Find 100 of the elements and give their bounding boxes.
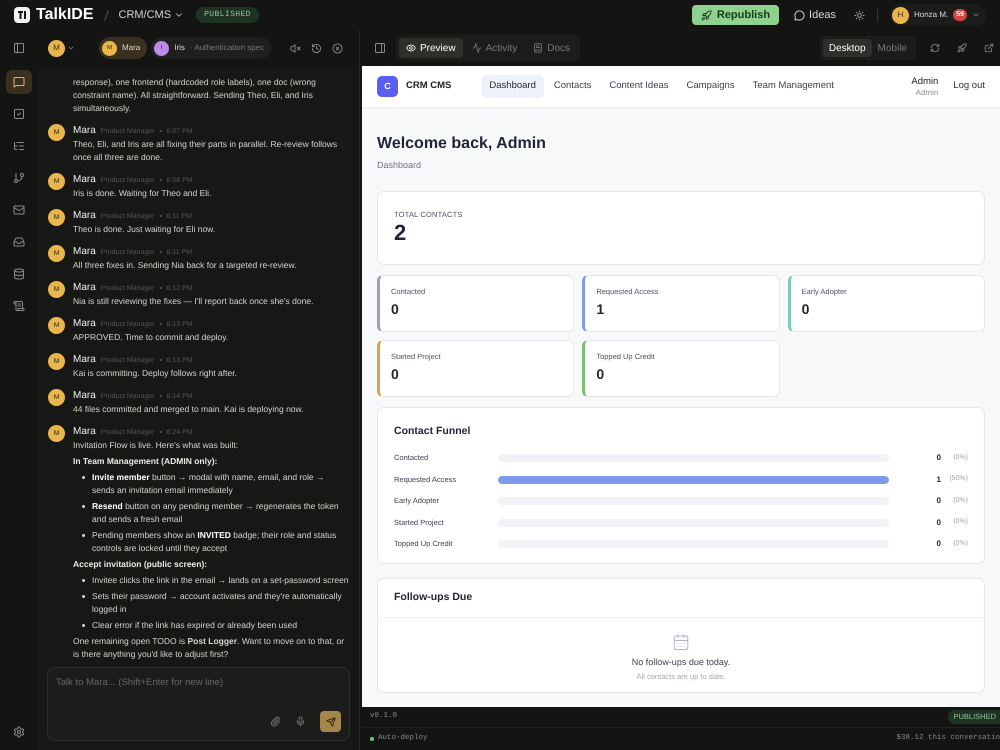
bullet-text: Clear error if the link has expired or already been used [92, 619, 298, 632]
total-value: 2 [394, 220, 408, 246]
device-tab[interactable]: Mobile [872, 39, 913, 57]
book-icon [533, 43, 544, 53]
author-name: Mara [73, 245, 96, 258]
user-name: Honza M. [914, 9, 948, 21]
card-title: Follow-ups Due [378, 578, 984, 618]
bullet-icon [82, 476, 85, 479]
chat-icon [13, 76, 25, 88]
mail-icon [13, 204, 25, 216]
site-logo: C [377, 76, 398, 97]
external-link-icon[interactable] [984, 43, 994, 53]
author-name: Mara [73, 389, 96, 402]
chevron-icon [67, 44, 75, 52]
rail-button[interactable] [6, 70, 32, 94]
nav-link[interactable]: Campaigns [678, 75, 743, 98]
page-subtitle: Dashboard [377, 159, 422, 172]
pulse-icon [472, 43, 482, 53]
bullet-text: Sets their password → account activates and they're automatically logged in [92, 590, 343, 616]
message-text: 44 files committed and merged to main. Kai is deploying now. [73, 403, 305, 416]
branch-icon [13, 172, 25, 184]
preview-tab[interactable]: Activity [464, 38, 524, 58]
user-avatar: H [892, 6, 909, 24]
author-name: Mara [73, 317, 96, 330]
close-icon[interactable] [332, 42, 343, 54]
chevron-icon [972, 11, 980, 19]
author-name: Mara [73, 173, 96, 186]
speech-bubble-icon [794, 10, 806, 20]
message-text: Iris is done. Waiting for Theo and Eli. [73, 187, 212, 200]
empty-message: No follow-ups due today. [632, 656, 730, 669]
user-role: Admin [916, 86, 938, 98]
inbox-icon [13, 236, 25, 248]
funnel-count: 0 [936, 452, 941, 464]
bullet-icon [82, 505, 85, 508]
logout-link[interactable]: Log out [953, 79, 985, 94]
app-name: TalkIDE [36, 5, 94, 25]
microphone-icon[interactable] [295, 716, 306, 727]
ideas-button[interactable]: Ideas [794, 6, 836, 24]
settings-icon[interactable] [13, 726, 25, 738]
checkbox-icon [13, 108, 25, 120]
author-name: Mara [73, 209, 96, 222]
project-selector[interactable]: CRM/CMS [118, 6, 184, 24]
message-text: One remaining open TODO is Post Logger. Want to move on to that, or is there anything you'd like to adjust first? [73, 635, 346, 661]
author-name: Mara [73, 425, 96, 438]
rocket-icon[interactable] [957, 43, 967, 53]
republish-button[interactable]: Republish [692, 5, 780, 25]
nav-link[interactable]: Team Management [744, 75, 842, 98]
logo-icon [14, 7, 30, 23]
sun-icon [854, 10, 865, 20]
author-name: Mara [73, 124, 96, 137]
message-heading: In Team Management (ADMIN only): [73, 455, 218, 468]
preview-tab[interactable]: Preview [399, 38, 463, 58]
message-text: Kai is committing. Deploy follows right after. [73, 367, 238, 380]
page-title: Welcome back, Admin [377, 134, 547, 154]
message-input[interactable]: Talk to Mara... (Shift+Enter for new line) [56, 676, 341, 690]
message-text: Nia is still reviewing the fixes — I'll report back once she's done. [73, 295, 314, 308]
panel-toggle-icon[interactable] [374, 42, 386, 54]
bullet-icon [82, 534, 85, 537]
funnel-count: 1 [936, 474, 941, 486]
status-badge: PUBLISHED [196, 7, 259, 23]
tree-icon [13, 140, 25, 152]
refresh-icon[interactable] [930, 43, 940, 53]
rocket-icon [700, 10, 712, 20]
message-text: All three fixes in. Sending Nia back for a targeted re-review. [73, 259, 298, 272]
message-text: Theo is done. Just waiting for Eli now. [73, 223, 216, 236]
bullet-icon [82, 595, 85, 598]
paperclip-icon[interactable] [270, 716, 281, 727]
device-tab[interactable]: Desktop [822, 39, 872, 57]
user-name: Admin [911, 76, 938, 86]
calendar-icon [672, 632, 690, 650]
bullet-icon [82, 624, 85, 627]
nav-link[interactable]: Contacts [546, 75, 600, 98]
message-text: APPROVED. Time to commit and deploy. [73, 331, 230, 344]
message-text: Theo, Eli, and Iris are all fixing their parts in parallel. Re-review follows once all three are done. [73, 138, 338, 164]
mute-icon[interactable] [290, 42, 301, 54]
message-heading: Accept invitation (public screen): [73, 558, 208, 571]
preview-tab[interactable]: Docs [526, 38, 578, 58]
message-text: Invitation Flow is live. Here's what was built: [73, 439, 240, 452]
site-name: CRM CMS [406, 79, 452, 94]
scroll-icon [13, 300, 25, 312]
funnel-count: 0 [936, 516, 941, 528]
bullet-text: Invitee clicks the link in the email → lands on a set-password screen [92, 574, 349, 587]
card-title: Contact Funnel [394, 424, 472, 438]
sidebar-toggle-icon[interactable] [13, 42, 25, 54]
author-name: Mara [73, 353, 96, 366]
database-icon [13, 268, 25, 280]
message-text: response), one frontend (hardcoded role labels), one doc (wrong constraint name). All straightforward. Sending Theo, Eli, and Iris simultaneously. [73, 76, 317, 115]
nav-link[interactable]: Content Ideas [601, 75, 677, 98]
bullet-icon [82, 579, 85, 582]
funnel-count: 0 [936, 538, 941, 550]
author-name: Mara [73, 281, 96, 294]
send-button[interactable] [320, 711, 341, 732]
bullet-text: Pending members show an INVITED badge; their role and status controls are locked until they accept [92, 529, 338, 555]
theme-toggle[interactable] [854, 10, 865, 20]
send-icon [326, 716, 336, 726]
history-icon[interactable] [311, 42, 322, 54]
eye-icon [406, 43, 416, 53]
separator-icon [104, 10, 108, 20]
nav-link[interactable]: Dashboard [481, 75, 544, 98]
funnel-count: 0 [936, 495, 941, 507]
